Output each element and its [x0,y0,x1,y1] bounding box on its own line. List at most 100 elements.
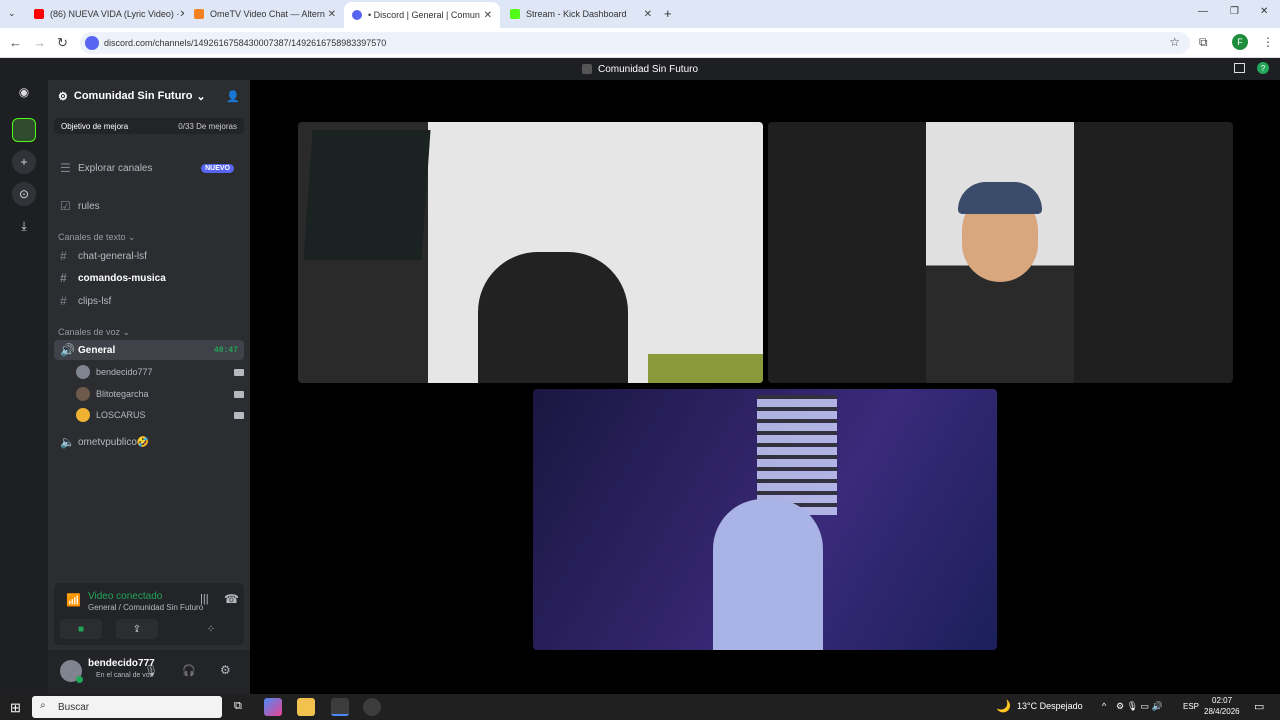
back-icon[interactable]: ← [9,35,22,50]
clock-time[interactable]: 02:07 [1212,696,1232,705]
server-icon [581,64,592,74]
video-bed-shape [648,354,763,383]
screen-share-button[interactable]: ⇪ [116,619,158,639]
reload-icon[interactable]: ↻ [57,35,68,51]
chevron-down-icon: ⌄ [196,90,206,103]
menu-icon[interactable]: ⋮ [1262,35,1274,49]
channel-label: comandos-musica [78,272,166,284]
voice-user-name: LOSCARUS [96,410,146,420]
task-view-icon[interactable]: ⧉ [234,700,242,713]
browser-tab-youtube[interactable]: (86) NUEVA VIDA (Lyric Video) · ✕ [26,4,184,24]
language-indicator[interactable]: ESP [1183,702,1199,711]
notifications-icon[interactable]: ▭ [1254,700,1264,713]
windows-taskbar: ⊞ ⌕ Buscar ⧉ 🌙 13°C Despejado ^ ⚙ 🎙 ▭ 🔊 … [0,694,1280,720]
close-icon[interactable]: ✕ [179,9,184,20]
discover-icon[interactable]: ⊙ [12,182,36,206]
server-header[interactable]: ⚙ Comunidad Sin Futuro ⌄ 👤 [48,80,250,112]
discord-icon [352,10,362,20]
new-tab-button[interactable]: + [664,6,672,21]
activities-button[interactable]: ⁘ [190,619,232,639]
close-icon[interactable]: ✕ [484,10,492,21]
microphone-icon[interactable]: 🎙 [144,664,158,677]
camera-icon [234,368,244,376]
settings-gear-icon[interactable]: ⚙ [220,663,231,677]
tab-title: OmeTV Video Chat — Altern [210,9,325,19]
tab-title: • Discord | General | Comun [368,10,480,20]
close-icon[interactable]: ✕ [644,9,652,20]
disconnect-icon[interactable]: ☎ [224,592,239,606]
hash-icon: # [60,249,67,263]
weather-moon-icon: 🌙 [996,699,1011,713]
channel-rules[interactable]: ☑ rules [54,196,244,216]
close-icon[interactable]: ✕ [328,9,336,20]
forward-icon[interactable]: → [33,35,46,50]
channel-chat-general-lsf[interactable]: # chat-general-lsf [54,246,244,266]
voice-status: Video conectado [88,591,163,602]
voice-user-name: Blitotegarcha [96,389,149,399]
weather-text[interactable]: 13°C Despejado [1017,701,1083,711]
taskbar-search[interactable]: ⌕ Buscar [32,696,222,718]
voice-channel-general[interactable]: 🔊 General 40:47 [54,340,244,360]
server-name: Comunidad Sin Futuro [73,90,193,102]
clock-date[interactable]: 28/4/2026 [1204,707,1240,716]
tray-chevron-icon[interactable]: ^ [1102,701,1106,711]
signal-icon[interactable]: 📶 [66,593,81,607]
url-input[interactable]: discord.com/channels/1492616758430007387… [80,32,1190,54]
video-person-shape [713,499,823,650]
tray-icons[interactable]: ⚙ 🎙 ▭ 🔊 [1116,701,1163,712]
invite-icon[interactable]: 👤 [226,90,240,103]
add-server-icon[interactable]: + [12,150,36,174]
kick-icon [510,9,520,19]
extensions-icon[interactable]: ⧉ [1199,35,1208,50]
voice-user[interactable]: bendecido777 [76,363,244,381]
voice-timer: 40:47 [213,345,238,355]
minimize-button[interactable]: — [1198,6,1208,17]
voice-connection-panel: 📶 Video conectado General / Comunidad Si… [54,583,244,645]
explore-channels[interactable]: ☰ Explorar canales NUEVO [54,158,244,178]
close-window-button[interactable]: ✕ [1260,6,1268,17]
tab-list-dropdown[interactable]: ⌄ [8,8,16,19]
file-explorer-icon[interactable] [297,698,315,716]
video-tile-2[interactable] [768,122,1233,383]
boost-goal[interactable]: Objetivo de mejora 0/33 De mejoras [54,118,244,134]
server-icon-kick[interactable] [12,118,36,142]
browser-tab-ometv[interactable]: OmeTV Video Chat — Altern ✕ [186,4,344,24]
category-label: Canales de voz [58,327,121,337]
video-tile-1[interactable] [298,122,763,383]
windows-start-icon[interactable]: ⊞ [10,700,21,716]
youtube-icon [34,9,44,19]
help-icon[interactable]: ? [1257,62,1269,74]
server-rail: ◉ + ⊙ ⤓ [0,80,48,694]
download-icon[interactable]: ⤓ [12,214,36,238]
rules-icon: ☑ [60,199,71,213]
channel-label: rules [78,200,100,212]
list-icon: ☰ [60,161,71,175]
restore-button[interactable]: ❐ [1230,6,1239,17]
channel-comandos-musica[interactable]: # comandos-musica [54,268,244,288]
voice-user[interactable]: LOSCARUS [76,406,244,424]
profile-avatar[interactable]: F [1232,34,1248,50]
chrome-icon[interactable] [331,698,349,716]
discord-home-icon[interactable]: ◉ [12,80,36,104]
category-voice[interactable]: Canales de voz ⌄ [58,327,130,338]
tab-title: Stream - Kick Dashboard [526,9,627,19]
copilot-icon[interactable] [264,698,282,716]
voice-user-name: bendecido777 [96,367,153,377]
voice-location[interactable]: General / Comunidad Sin Futuro [88,603,203,612]
camera-button[interactable]: ■ [60,619,102,639]
obs-icon[interactable] [363,698,381,716]
video-tile-3[interactable] [533,389,997,650]
voice-channel-ometvpublico[interactable]: 🔈 ometvpublico🤣 [54,432,244,452]
voice-user[interactable]: Blitotegarcha [76,385,244,403]
inbox-icon[interactable] [1234,63,1245,73]
category-text[interactable]: Canales de texto ⌄ [58,232,136,243]
headphones-icon[interactable]: 🎧 [182,664,196,677]
search-placeholder: Buscar [58,701,90,713]
site-info-icon[interactable] [85,36,99,50]
bookmark-star-icon[interactable]: ☆ [1169,35,1180,49]
noise-suppression-icon[interactable]: ||| [200,593,209,605]
channel-clips-lsf[interactable]: # clips-lsf [54,291,244,311]
address-bar-row: ← → ↻ discord.com/channels/1492616758430… [0,28,1280,58]
browser-tab-kick[interactable]: Stream - Kick Dashboard ✕ [502,4,660,24]
browser-tab-discord[interactable]: • Discord | General | Comun ✕ [344,2,500,28]
